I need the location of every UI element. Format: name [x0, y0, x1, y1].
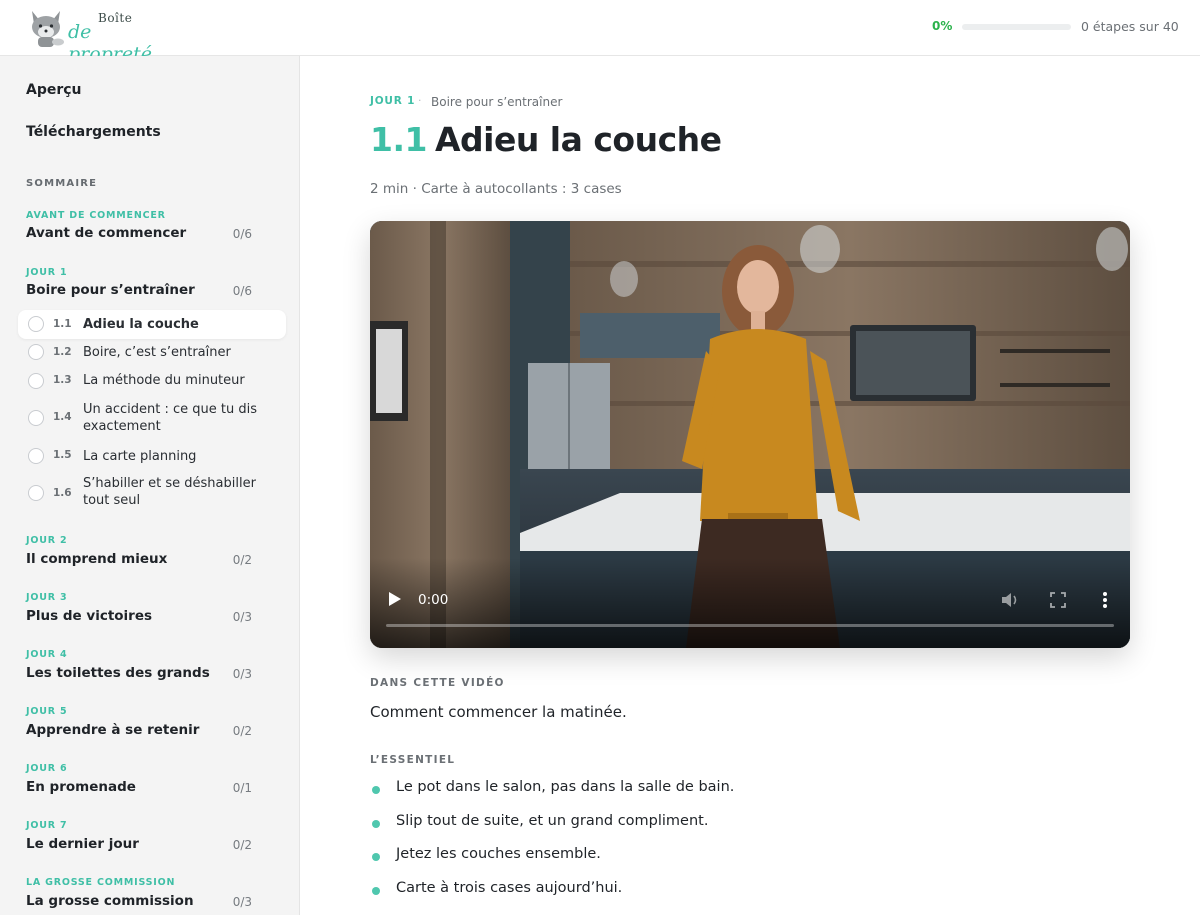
video-time: 0:00: [418, 592, 449, 608]
video-player[interactable]: 0:00: [370, 221, 1130, 648]
bullet-dot-icon: [372, 820, 380, 828]
day-title[interactable]: Les toilettes des grands: [26, 665, 210, 681]
day-title[interactable]: Le dernier jour: [26, 836, 139, 852]
lesson-label: S’habiller et se déshabiller tout seul: [83, 476, 256, 508]
day-tag: JOUR 4: [26, 649, 68, 660]
play-icon[interactable]: [388, 591, 402, 607]
day-count: 0/3: [232, 667, 252, 681]
fox-logo-icon: [32, 11, 64, 47]
day-title[interactable]: Plus de victoires: [26, 608, 152, 624]
day-title[interactable]: Avant de commencer: [26, 225, 186, 241]
lesson-number-heading: 1.1: [370, 120, 427, 159]
logo[interactable]: Boîte de propreté: [26, 7, 176, 65]
lesson-meta: 2 min · Carte à autocollants : 3 cases: [370, 181, 622, 197]
day-title[interactable]: En promenade: [26, 779, 136, 795]
day-count: 0/2: [232, 553, 252, 567]
progress-text: 0 étapes sur 40: [1081, 19, 1179, 34]
sidebar: Aperçu Téléchargements SOMMAIRE AVANT DE…: [0, 56, 300, 915]
lesson-number: 1.3: [53, 374, 72, 386]
lesson-title-heading: Adieu la couche: [434, 120, 722, 159]
lesson-number: 1.5: [53, 449, 72, 461]
lesson-item-1-5[interactable]: 1.5 La carte planning: [18, 442, 286, 469]
top-bar: Boîte de propreté 0% 0 étapes sur 40: [0, 0, 1200, 65]
lesson-number: 1.6: [53, 487, 72, 499]
day-tag: JOUR 2: [26, 535, 68, 546]
day-title[interactable]: Il comprend mieux: [26, 551, 167, 567]
day-title[interactable]: Boire pour s’entraîner: [26, 282, 195, 298]
day-count: 0/2: [232, 838, 252, 852]
lesson-label: Boire, c’est s’entraîner: [83, 345, 231, 360]
table-of-contents-title: SOMMAIRE: [26, 178, 98, 189]
day-count: 0/6: [232, 227, 252, 241]
lesson-item-1-2[interactable]: 1.2 Boire, c’est s’entraîner: [18, 339, 286, 366]
bullet-dot-icon: [372, 887, 380, 895]
lesson-item-1-6[interactable]: 1.6 S’habiller et se déshabiller tout se…: [18, 471, 286, 513]
lesson-status-circle-icon[interactable]: [28, 344, 44, 360]
day-tag: JOUR 6: [26, 763, 68, 774]
volume-icon[interactable]: [1000, 590, 1020, 610]
lesson-status-circle-icon[interactable]: [28, 448, 44, 464]
lesson-label: Un accident : ce que tu dis exactement: [83, 402, 257, 434]
list-item-text: Jetez les couches ensemble.: [396, 846, 601, 862]
day-count: 0/2: [232, 724, 252, 738]
lesson-status-circle-icon[interactable]: [28, 373, 44, 389]
lesson-item-1-4[interactable]: 1.4 Un accident : ce que tu dis exacteme…: [18, 397, 286, 439]
day-title[interactable]: La grosse commission: [26, 893, 194, 909]
list-item-text: Carte à trois cases aujourd’hui.: [396, 880, 623, 896]
breadcrumb-day[interactable]: JOUR 1: [370, 95, 415, 107]
lesson-label: La méthode du minuteur: [83, 373, 245, 388]
lesson-item-1-3[interactable]: 1.3 La méthode du minuteur: [18, 367, 286, 394]
day-count: 0/3: [232, 610, 252, 624]
lesson-status-circle-icon[interactable]: [28, 410, 44, 426]
day-tag: JOUR 5: [26, 706, 68, 717]
day-tag: JOUR 7: [26, 820, 68, 831]
day-tag: JOUR 3: [26, 592, 68, 603]
lesson-label: Adieu la couche: [83, 317, 199, 332]
bullet-dot-icon: [372, 853, 380, 861]
day-count: 0/1: [232, 781, 252, 795]
lesson-status-circle-icon[interactable]: [28, 485, 44, 501]
day-tag: JOUR 1: [26, 267, 68, 278]
lesson-number: 1.1: [53, 318, 72, 330]
progress-percent: 0%: [932, 19, 953, 33]
day-tag: LA GROSSE COMMISSION: [26, 877, 176, 888]
breadcrumb-title[interactable]: Boire pour s’entraîner: [431, 95, 562, 109]
page-title: 1.1 Adieu la couche: [370, 120, 722, 159]
day-count: 0/3: [232, 895, 252, 909]
lesson-status-circle-icon[interactable]: [28, 316, 44, 332]
sidebar-link-downloads[interactable]: Téléchargements: [26, 124, 161, 140]
lesson-label: La carte planning: [83, 449, 197, 464]
video-seek-bar[interactable]: [386, 624, 1114, 627]
day-count: 0/6: [232, 284, 252, 298]
list-item-text: Slip tout de suite, et un grand complime…: [396, 813, 709, 829]
list-item-text: Le pot dans le salon, pas dans la salle …: [396, 779, 735, 795]
essentials-label: L’ESSENTIEL: [370, 754, 456, 766]
more-options-icon[interactable]: [1102, 590, 1108, 610]
lesson-number: 1.2: [53, 346, 72, 358]
lesson-item-1-1[interactable]: 1.1 Adieu la couche: [18, 310, 286, 339]
progress-bar: [962, 24, 1071, 30]
lesson-number: 1.4: [53, 411, 72, 423]
breadcrumb-separator: ·: [418, 94, 422, 107]
in-video-text: Comment commencer la matinée.: [370, 703, 627, 721]
bullet-dot-icon: [372, 786, 380, 794]
fullscreen-icon[interactable]: [1050, 592, 1066, 608]
in-video-label: DANS CETTE VIDÉO: [370, 677, 505, 689]
day-tag: AVANT DE COMMENCER: [26, 210, 166, 221]
day-title[interactable]: Apprendre à se retenir: [26, 722, 199, 738]
sidebar-link-overview[interactable]: Aperçu: [26, 82, 82, 98]
